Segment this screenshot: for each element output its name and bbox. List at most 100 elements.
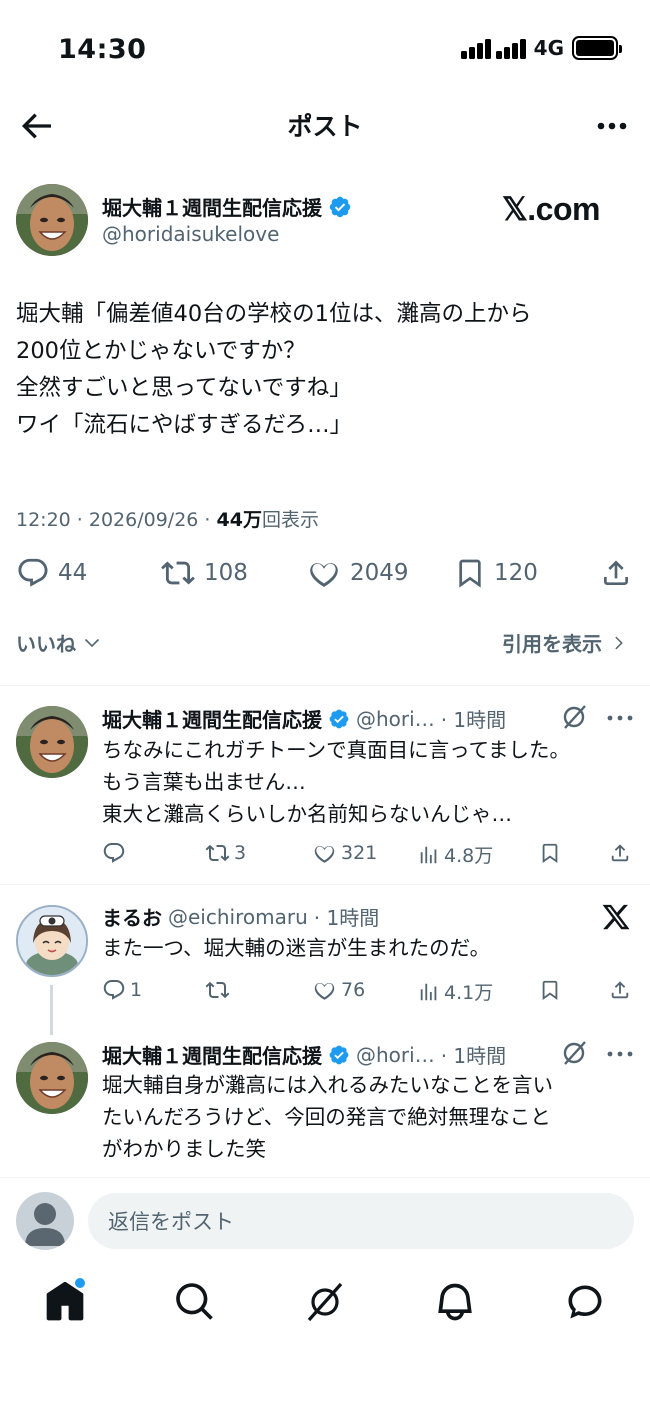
author-handle[interactable]: @horidaisukelove bbox=[102, 222, 279, 246]
likes-tab[interactable]: いいね bbox=[16, 628, 102, 657]
reply-more-button[interactable] bbox=[606, 713, 634, 723]
view-label: 回表示 bbox=[261, 509, 319, 531]
share-button[interactable] bbox=[600, 556, 632, 590]
post-time[interactable]: 12:20 · 2026/09/26 · bbox=[16, 509, 217, 531]
grok-icon bbox=[307, 1282, 343, 1322]
share-button[interactable] bbox=[609, 978, 631, 1002]
views-count: 4.1万 bbox=[444, 982, 494, 1004]
like-button[interactable]: 76 bbox=[312, 978, 365, 1002]
reply-handle[interactable]: @eichiromaru bbox=[168, 905, 308, 929]
page-title: ポスト bbox=[287, 112, 363, 141]
reply-time[interactable]: · 1時間 bbox=[314, 902, 379, 931]
reply-count: 1 bbox=[130, 979, 143, 1001]
share-icon bbox=[611, 981, 629, 999]
bookmark-button[interactable] bbox=[539, 978, 561, 1002]
reply-input[interactable]: 返信をポスト bbox=[88, 1193, 634, 1249]
repost-icon bbox=[161, 561, 195, 585]
reply-input-placeholder: 返信をポスト bbox=[108, 1210, 234, 1234]
reply-text: 堀大輔自身が灘高には入れるみたいなことを言い たいんだろうけど、今回の発言で絶対… bbox=[102, 1073, 553, 1161]
reply-button[interactable] bbox=[102, 841, 130, 865]
author-name-row[interactable]: 堀大輔１週間生配信応援 bbox=[102, 192, 352, 221]
status-time: 14:30 bbox=[58, 34, 147, 65]
heart-icon bbox=[314, 845, 335, 863]
reply-header: まるお @eichiromaru · 1時間 bbox=[102, 902, 379, 931]
repost-count: 3 bbox=[234, 842, 247, 864]
chevron-down-icon bbox=[84, 638, 100, 647]
repost-button[interactable]: 108 bbox=[160, 556, 248, 590]
views-button[interactable]: 4.8万 bbox=[418, 841, 493, 868]
thread-connector bbox=[50, 985, 53, 1035]
reply-author-name[interactable]: 堀大輔１週間生配信応援 bbox=[102, 704, 322, 733]
reply-author-name[interactable]: まるお bbox=[102, 902, 162, 931]
reply-button[interactable]: 44 bbox=[16, 556, 87, 590]
view-quotes-link[interactable]: 引用を表示 bbox=[502, 628, 628, 657]
view-count: 44万 bbox=[216, 509, 262, 531]
share-icon bbox=[611, 844, 629, 862]
bottom-tab-bar bbox=[0, 1278, 650, 1330]
more-icon bbox=[607, 715, 633, 721]
post-meta: 12:20 · 2026/09/26 · 44万回表示 bbox=[16, 505, 319, 532]
like-count: 2049 bbox=[350, 560, 409, 586]
signal-icon bbox=[460, 37, 526, 59]
post-actions: 44 108 2049 120 bbox=[16, 556, 634, 596]
like-count: 321 bbox=[341, 842, 378, 864]
watermark-logo: 𝕏.com bbox=[502, 191, 600, 227]
share-icon bbox=[604, 560, 628, 585]
reply-text: また一つ、堀大輔の迷言が生まれたのだ。 bbox=[102, 936, 491, 960]
views-chart-icon bbox=[420, 983, 437, 1000]
message-bubble-icon bbox=[568, 1285, 602, 1319]
reply-time[interactable]: · 1時間 bbox=[441, 1040, 506, 1069]
reply-actions: 3 321 4.8万 bbox=[102, 841, 632, 867]
repost-count: 108 bbox=[204, 560, 248, 586]
reply-time[interactable]: · 1時間 bbox=[441, 704, 506, 733]
reply-handle[interactable]: @hori… bbox=[356, 707, 435, 731]
battery-icon bbox=[572, 36, 622, 60]
reply-more-button[interactable] bbox=[606, 1049, 634, 1059]
grok-button[interactable] bbox=[560, 1039, 588, 1067]
views-button[interactable]: 4.1万 bbox=[418, 978, 493, 1005]
reply-author-name[interactable]: 堀大輔１週間生配信応援 bbox=[102, 1040, 322, 1069]
share-button[interactable] bbox=[609, 841, 631, 865]
bookmark-count: 120 bbox=[494, 560, 538, 586]
bookmark-icon bbox=[542, 980, 558, 1001]
reply-avatar[interactable] bbox=[16, 905, 88, 977]
repost-button[interactable] bbox=[205, 978, 234, 1002]
avatar-photo bbox=[16, 184, 88, 256]
grok-button[interactable] bbox=[560, 703, 588, 731]
author-avatar[interactable] bbox=[16, 184, 88, 256]
bookmark-button[interactable] bbox=[539, 841, 561, 865]
reply-icon bbox=[103, 980, 125, 1000]
tab-home[interactable] bbox=[43, 1278, 87, 1324]
default-avatar-icon bbox=[25, 1203, 65, 1246]
search-icon bbox=[176, 1283, 213, 1320]
reply-header: 堀大輔１週間生配信応援 @hori… · 1時間 bbox=[102, 1040, 506, 1069]
current-user-avatar[interactable] bbox=[16, 1192, 74, 1250]
repost-button[interactable]: 3 bbox=[205, 841, 246, 865]
bell-icon bbox=[438, 1283, 472, 1321]
more-options-button[interactable] bbox=[592, 108, 632, 144]
bookmark-icon bbox=[459, 559, 481, 588]
reply-actions: 1 76 4.1万 bbox=[102, 978, 632, 1004]
reply-icon bbox=[18, 558, 48, 587]
reply-count: 44 bbox=[58, 560, 88, 586]
divider bbox=[0, 685, 650, 686]
repost-icon bbox=[205, 981, 230, 999]
author-name[interactable]: 堀大輔１週間生配信応援 bbox=[102, 192, 322, 221]
like-button[interactable]: 321 bbox=[312, 841, 377, 865]
reply-button[interactable]: 1 bbox=[102, 978, 142, 1002]
reply-handle[interactable]: @hori… bbox=[356, 1043, 435, 1067]
x-logo bbox=[600, 902, 632, 932]
tab-notifications[interactable] bbox=[433, 1280, 477, 1324]
bookmark-button[interactable]: 120 bbox=[454, 556, 538, 590]
tab-search[interactable] bbox=[173, 1280, 217, 1324]
views-count: 4.8万 bbox=[444, 845, 494, 867]
x-logo-icon bbox=[602, 904, 630, 930]
tab-messages[interactable] bbox=[563, 1280, 607, 1324]
tab-grok[interactable] bbox=[303, 1280, 347, 1324]
like-button[interactable]: 2049 bbox=[306, 556, 409, 590]
status-indicators: 4G bbox=[460, 36, 622, 60]
reply-avatar[interactable] bbox=[16, 1042, 88, 1114]
verified-badge-icon bbox=[329, 709, 349, 728]
reply-avatar[interactable] bbox=[16, 706, 88, 778]
avatar-illustration bbox=[18, 907, 86, 975]
